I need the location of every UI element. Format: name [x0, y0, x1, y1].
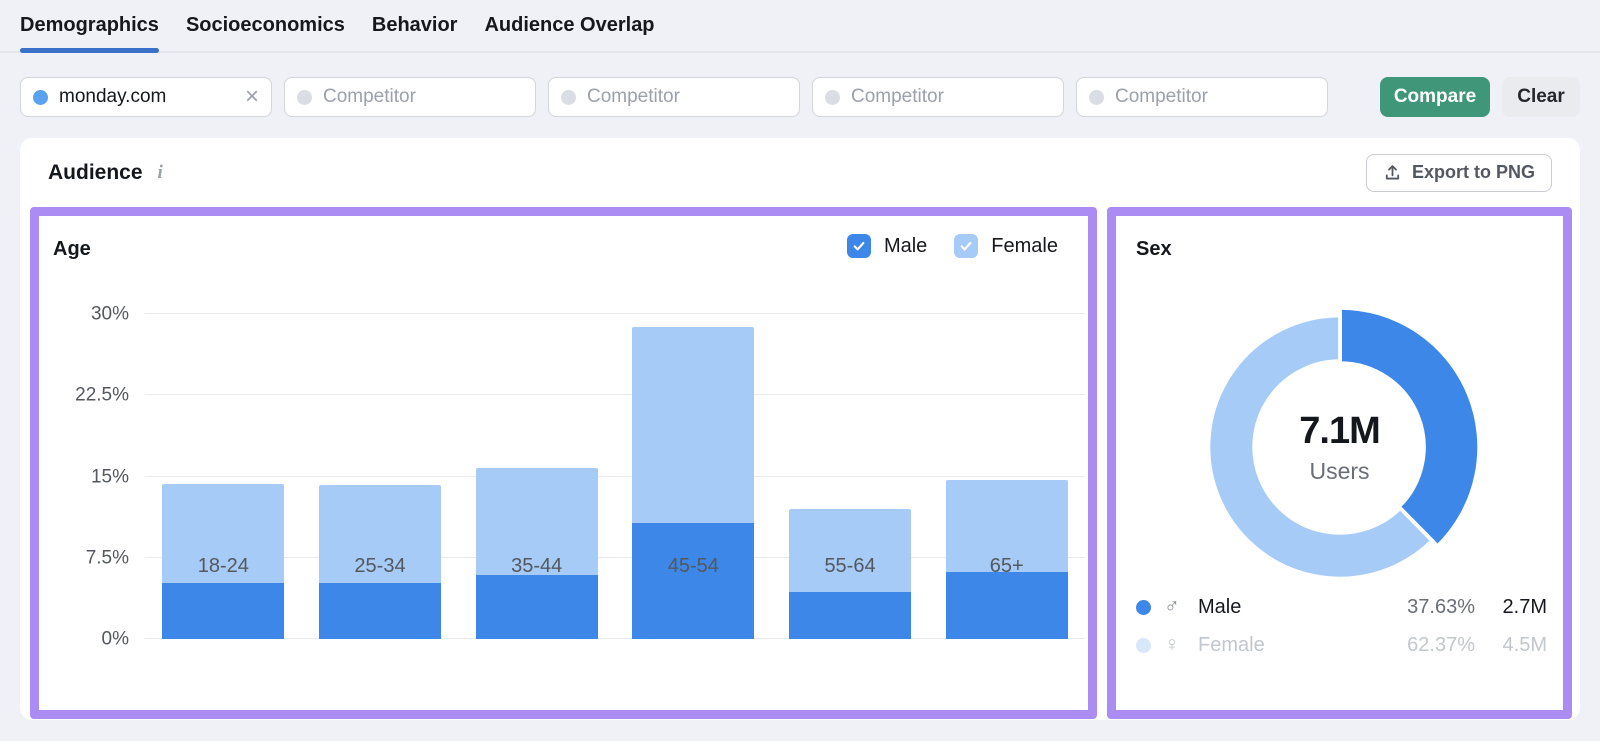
checkmark-icon: [960, 241, 972, 251]
competitor-placeholder: Competitor: [323, 86, 416, 107]
tab-demographics[interactable]: Demographics: [20, 0, 159, 53]
x-axis-label-65+: 65+: [989, 555, 1024, 577]
y-axis-tick-label: 7.5%: [85, 547, 129, 569]
compare-button[interactable]: Compare: [1380, 77, 1490, 117]
legend-name: Female: [1198, 633, 1265, 656]
info-icon[interactable]: i: [158, 162, 163, 184]
legend-percent: 62.37%: [1407, 633, 1475, 656]
filter-row: monday.com × Competitor Competitor Competi…: [20, 77, 1580, 117]
competitor-placeholder: Competitor: [587, 86, 680, 107]
x-axis-label-18-24: 18-24: [197, 555, 249, 577]
male-dot: [1136, 599, 1151, 615]
female-dot: [1136, 637, 1151, 653]
y-axis-tick-label: 30%: [90, 303, 129, 325]
donut-svg: [1206, 305, 1481, 581]
bar-group-35-44: [458, 314, 615, 639]
competitor-input-1[interactable]: Competitor: [284, 77, 536, 117]
x-axis-label-35-44: 35-44: [511, 555, 563, 577]
bar-segment-male-55-64[interactable]: [789, 592, 912, 639]
primary-domain-value: monday.com: [59, 86, 167, 107]
bar-segment-male-25-34[interactable]: [319, 582, 441, 639]
bar-segment-female-55-64[interactable]: [789, 509, 912, 593]
bar-segment-female-45-54[interactable]: [632, 327, 755, 524]
y-axis-tick-label: 15%: [90, 466, 129, 487]
age-plot: 0% 7.5% 15% 22.5% 30%: [75, 305, 1085, 649]
age-chart-title: Age: [53, 238, 91, 260]
legend-label-male: Male: [883, 234, 928, 257]
sex-legend-row-male[interactable]: ♂ Male 37.63% 2.7M: [1136, 588, 1547, 626]
x-axis-label-55-64: 55-64: [824, 555, 876, 577]
x-axis-label-45-54: 45-54: [667, 555, 719, 577]
bar-segment-male-35-44[interactable]: [475, 575, 598, 639]
tab-behavior[interactable]: Behavior: [372, 0, 458, 51]
competitor-input-3[interactable]: Competitor: [812, 77, 1064, 117]
checkmark-icon: [853, 241, 865, 251]
active-tab-underline: [20, 48, 159, 53]
bar-group-18-24: [145, 314, 302, 639]
legend-checkbox-male[interactable]: Male: [846, 234, 928, 258]
y-axis-tick-label: 0%: [101, 628, 129, 650]
clear-domain-icon[interactable]: ×: [245, 85, 259, 109]
competitor-input-4[interactable]: Competitor: [1076, 77, 1328, 117]
age-chart-legend: Male Female: [846, 234, 1058, 258]
legend-name: Male: [1198, 595, 1242, 618]
legend-value: 2.7M: [1502, 595, 1547, 618]
competitor-placeholder: Competitor: [1115, 86, 1208, 107]
sex-legend-row-female[interactable]: ♀ Female 62.37% 4.5M: [1136, 626, 1547, 664]
export-label: Export to PNG: [1411, 162, 1535, 182]
male-symbol-icon: ♂: [1164, 595, 1180, 618]
donut-slice-male[interactable]: [1337, 305, 1481, 549]
age-x-axis-labels: 18-24 25-34 35-44 45-54 55-64 65+: [145, 555, 1085, 578]
bar-group-65+: [928, 314, 1085, 639]
highlighted-panels: Age Male Female 0% 7.5% 15% 22.5% 30% 18-24 25…: [30, 207, 1572, 719]
y-axis-tick-label: 22.5%: [75, 384, 129, 406]
bar-series: [145, 314, 1085, 639]
clear-button[interactable]: Clear: [1502, 77, 1580, 117]
male-checkbox[interactable]: [846, 234, 871, 258]
stacked-bar-35-44: [475, 467, 598, 639]
export-icon: [1385, 165, 1400, 180]
competitor-dot: [1089, 89, 1104, 105]
competitor-dot: [297, 89, 312, 105]
bar-segment-male-65+[interactable]: [945, 571, 1068, 639]
legend-value: 4.5M: [1502, 633, 1547, 656]
audience-card-header: Audience i Export to PNG: [20, 138, 1580, 207]
competitor-placeholder: Competitor: [851, 86, 944, 107]
audience-title: Audience: [48, 160, 143, 184]
bar-group-25-34: [302, 314, 459, 639]
sex-panel: Sex 7.1M Users ♂ Male 37.63% 2.7M ♀ Female 62.…: [1107, 207, 1572, 719]
competitor-input-2[interactable]: Competitor: [548, 77, 800, 117]
bar-group-55-64: [772, 314, 929, 639]
legend-checkbox-female[interactable]: Female: [954, 234, 1058, 258]
competitor-dot: [825, 89, 840, 105]
competitor-dot: [561, 89, 576, 105]
sex-legend: ♂ Male 37.63% 2.7M ♀ Female 62.37% 4.5M: [1136, 588, 1547, 664]
sex-donut-chart: 7.1M Users: [1197, 304, 1483, 590]
x-axis-label-25-34: 25-34: [354, 555, 406, 577]
female-symbol-icon: ♀: [1164, 633, 1180, 656]
legend-label-female: Female: [991, 234, 1058, 257]
tab-audience-overlap[interactable]: Audience Overlap: [484, 0, 654, 51]
bar-group-45-54: [615, 314, 772, 639]
age-panel: Age Male Female 0% 7.5% 15% 22.5% 30% 18-24 25…: [30, 207, 1097, 719]
bar-segment-male-45-54[interactable]: [632, 523, 755, 639]
tab-socioeconomics[interactable]: Socioeconomics: [186, 0, 345, 51]
legend-percent: 37.63%: [1407, 595, 1475, 618]
stacked-bar-45-54: [632, 327, 755, 639]
tab-bar: Demographics Socioeconomics Behavior Audien…: [0, 0, 1600, 53]
audience-card: Audience i Export to PNG Age Male Female …: [20, 138, 1580, 720]
primary-domain-input[interactable]: monday.com ×: [20, 77, 272, 117]
export-to-png-button[interactable]: Export to PNG: [1365, 153, 1552, 192]
domain-color-dot: [33, 89, 48, 105]
sex-chart-title: Sex: [1136, 238, 1172, 260]
female-checkbox[interactable]: [954, 234, 979, 258]
bar-segment-male-18-24[interactable]: [162, 582, 285, 639]
